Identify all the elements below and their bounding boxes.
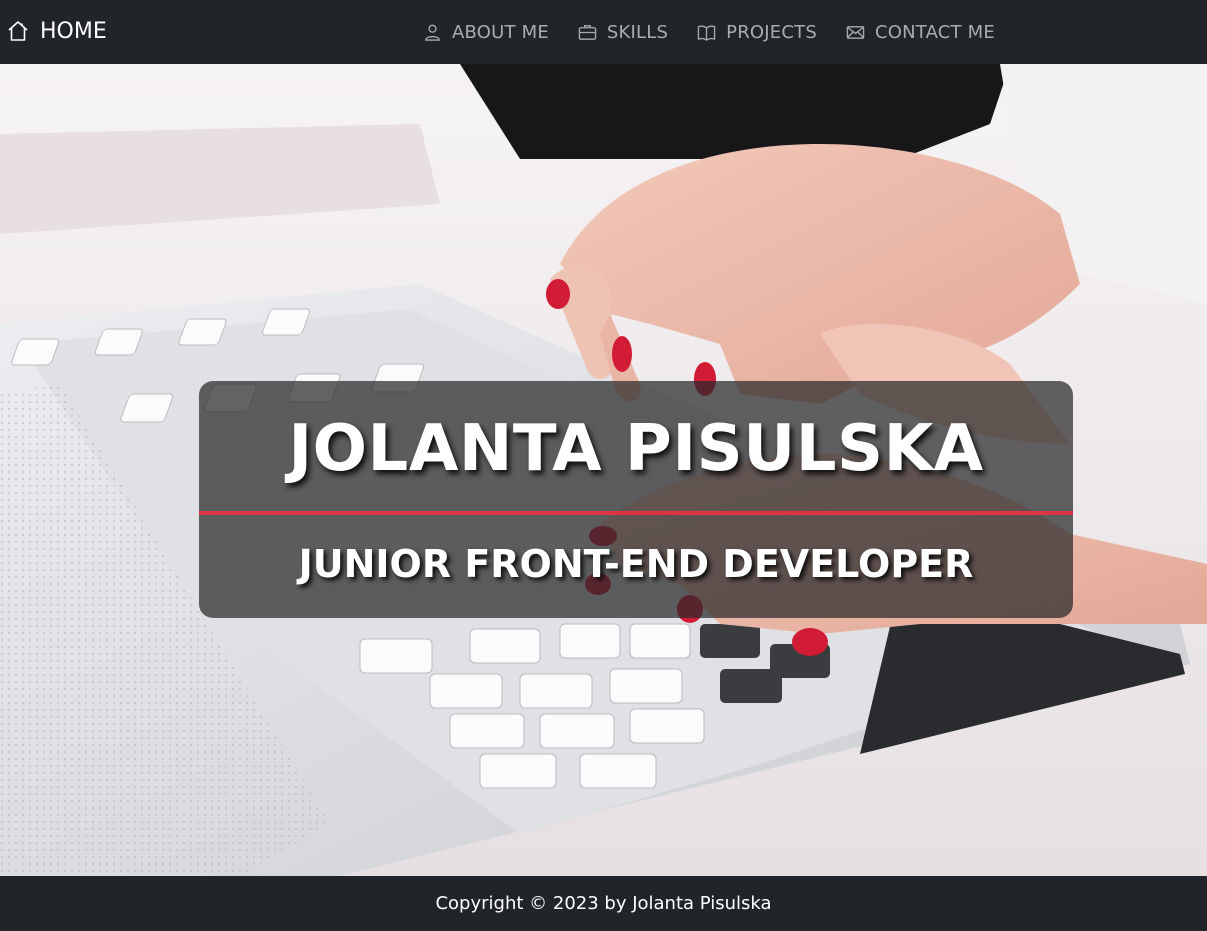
nav-contact-me[interactable]: CONTACT ME (846, 22, 995, 43)
hero-title-box: JOLANTA PISULSKA JUNIOR FRONT-END DEVELO… (199, 381, 1073, 618)
hero-role: JUNIOR FRONT-END DEVELOPER (298, 542, 974, 586)
nav-links: ABOUT ME SKILLS PROJECTS CONTACT ME (423, 17, 995, 47)
nav-projects[interactable]: PROJECTS (697, 22, 817, 43)
nav-skills[interactable]: SKILLS (578, 22, 668, 43)
nav-contact-me-label: CONTACT ME (874, 21, 995, 43)
envelope-icon (846, 25, 865, 39)
briefcase-icon (578, 24, 597, 40)
navbar: HOME ABOUT ME SKILLS PROJECTS CONTACT ME (0, 0, 1207, 64)
footer: Copyright © 2023 by Jolanta Pisulska (0, 876, 1207, 931)
nav-skills-label: SKILLS (606, 21, 669, 43)
house-icon (8, 21, 28, 41)
person-icon (425, 24, 440, 41)
nav-about-me-label: ABOUT ME (452, 21, 549, 43)
hero-divider (199, 511, 1073, 515)
hero-name: JOLANTA PISULSKA (288, 412, 984, 486)
home-link[interactable]: HOME (6, 16, 107, 46)
book-icon (697, 25, 716, 41)
copyright-text: Copyright © 2023 by Jolanta Pisulska (435, 893, 772, 914)
home-link-label: HOME (40, 18, 107, 44)
nav-about-me[interactable]: ABOUT ME (423, 22, 549, 43)
hero-section: JOLANTA PISULSKA JUNIOR FRONT-END DEVELO… (0, 64, 1207, 876)
nav-projects-label: PROJECTS (726, 21, 817, 43)
